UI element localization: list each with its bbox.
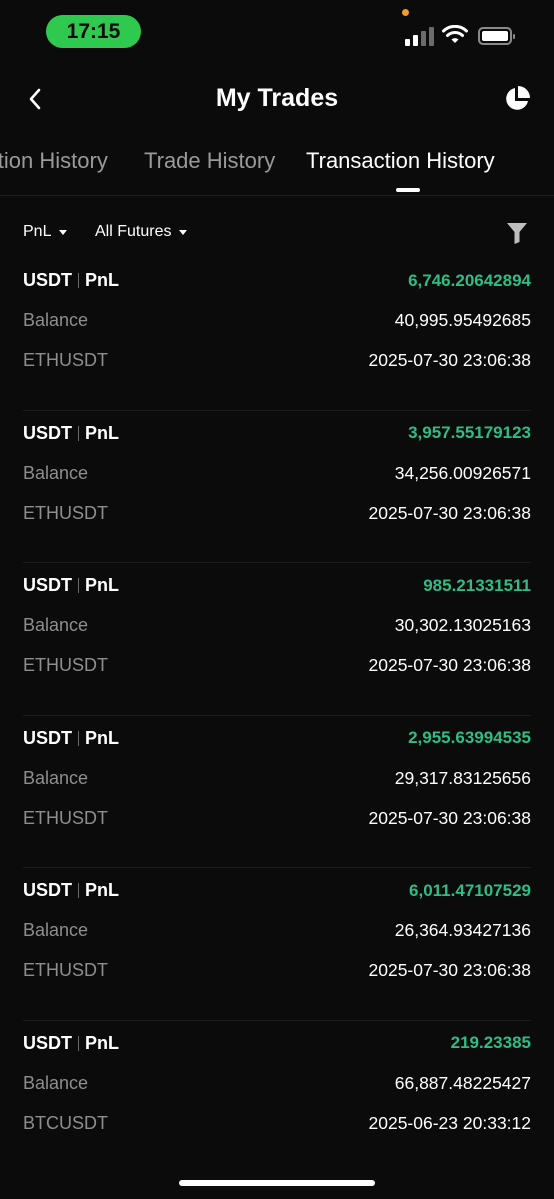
cellular-signal-icon (405, 27, 435, 46)
transaction-record[interactable]: USDT PnL 985.21331511 Balance 30,302.1302… (23, 563, 531, 716)
tab-trade-history[interactable]: Trade History (144, 148, 275, 174)
balance-label: Balance (23, 920, 89, 941)
record-currency: USDT (23, 727, 72, 748)
header: My Trades (0, 70, 554, 128)
transaction-record[interactable]: USDT PnL 219.23385 Balance 66,887.4822542… (23, 1021, 531, 1174)
record-symbol: ETHUSDT (23, 350, 108, 370)
record-pnl-amount: 219.23385 (450, 1033, 531, 1053)
balance-label: Balance (23, 310, 89, 330)
record-symbol: ETHUSDT (23, 807, 108, 828)
record-balance: 26,364.93427136 (394, 920, 531, 941)
record-pnl-amount: 2,955.63994535 (408, 728, 531, 748)
transaction-record[interactable]: USDT PnL 6,746.20642894 Balance 40,995.95… (23, 258, 531, 411)
record-currency: USDT (23, 1032, 72, 1053)
record-symbol: ETHUSDT (23, 655, 108, 676)
type-filter-label: PnL (23, 223, 52, 240)
wifi-icon (442, 25, 468, 43)
record-pnl-amount: 6,011.47107529 (409, 880, 531, 900)
tab-transaction-history[interactable]: Transaction History (306, 148, 495, 174)
separator (78, 273, 79, 288)
record-balance: 30,302.13025163 (394, 615, 531, 636)
transaction-record[interactable]: USDT PnL 6,011.47107529 Balance 26,364.93… (23, 868, 531, 1021)
active-tab-indicator (396, 188, 420, 192)
balance-label: Balance (23, 767, 89, 788)
transaction-record[interactable]: USDT PnL 3,957.55179123 Balance 34,256.00… (23, 411, 531, 564)
filter-funnel-icon[interactable] (506, 221, 528, 245)
record-symbol: ETHUSDT (23, 502, 108, 523)
pie-chart-icon[interactable] (502, 84, 532, 114)
caret-down-icon (59, 229, 68, 235)
record-pnl-amount: 985.21331511 (423, 575, 531, 595)
separator (78, 730, 79, 746)
market-filter-label: All Futures (95, 223, 172, 240)
record-kind: PnL (85, 575, 119, 596)
tab-bar: Position History Trade History Transacti… (0, 140, 554, 196)
record-currency: USDT (23, 422, 72, 443)
balance-label: Balance (23, 462, 89, 483)
record-time: 2025-07-30 23:06:38 (368, 960, 532, 981)
caret-down-icon (179, 229, 188, 235)
separator (78, 578, 79, 594)
tab-position-history[interactable]: Position History (0, 148, 108, 174)
battery-icon (478, 27, 515, 45)
record-balance: 66,887.48225427 (394, 1072, 531, 1093)
separator (78, 1035, 79, 1051)
record-pnl-amount: 3,957.55179123 (408, 423, 531, 443)
record-kind: PnL (85, 727, 119, 748)
record-time: 2025-07-30 23:06:38 (368, 655, 532, 676)
record-time: 2025-07-30 23:06:38 (368, 502, 532, 523)
record-pnl-amount: 6,746.20642894 (408, 270, 531, 290)
record-currency: USDT (23, 880, 72, 901)
record-currency: USDT (23, 270, 72, 290)
balance-label: Balance (23, 1072, 89, 1093)
record-symbol: BTCUSDT (23, 1112, 108, 1133)
type-filter-dropdown[interactable]: PnL (23, 223, 68, 241)
separator (78, 425, 79, 441)
record-balance: 34,256.00926571 (394, 462, 531, 483)
record-symbol: ETHUSDT (23, 960, 108, 981)
record-kind: PnL (85, 270, 119, 290)
transaction-list: USDT PnL 6,746.20642894 Balance 40,995.95… (23, 258, 531, 1174)
home-indicator[interactable] (179, 1180, 375, 1186)
status-time: 17:15 (46, 15, 141, 48)
record-time: 2025-07-30 23:06:38 (368, 807, 532, 828)
record-time: 2025-06-23 20:33:12 (368, 1112, 532, 1133)
filter-bar: PnL All Futures (0, 215, 554, 251)
record-kind: PnL (85, 422, 119, 443)
record-balance: 40,995.95492685 (394, 310, 531, 330)
transaction-record[interactable]: USDT PnL 2,955.63994535 Balance 29,317.83… (23, 716, 531, 869)
privacy-indicator-dot (402, 9, 409, 16)
record-currency: USDT (23, 575, 72, 596)
market-filter-dropdown[interactable]: All Futures (95, 223, 188, 241)
balance-label: Balance (23, 615, 89, 636)
record-time: 2025-07-30 23:06:38 (368, 350, 532, 370)
record-kind: PnL (85, 1032, 119, 1053)
separator (78, 883, 79, 899)
page-title: My Trades (215, 84, 339, 112)
record-kind: PnL (85, 880, 119, 901)
status-bar: 17:15 (0, 0, 554, 62)
record-balance: 29,317.83125656 (394, 767, 531, 788)
